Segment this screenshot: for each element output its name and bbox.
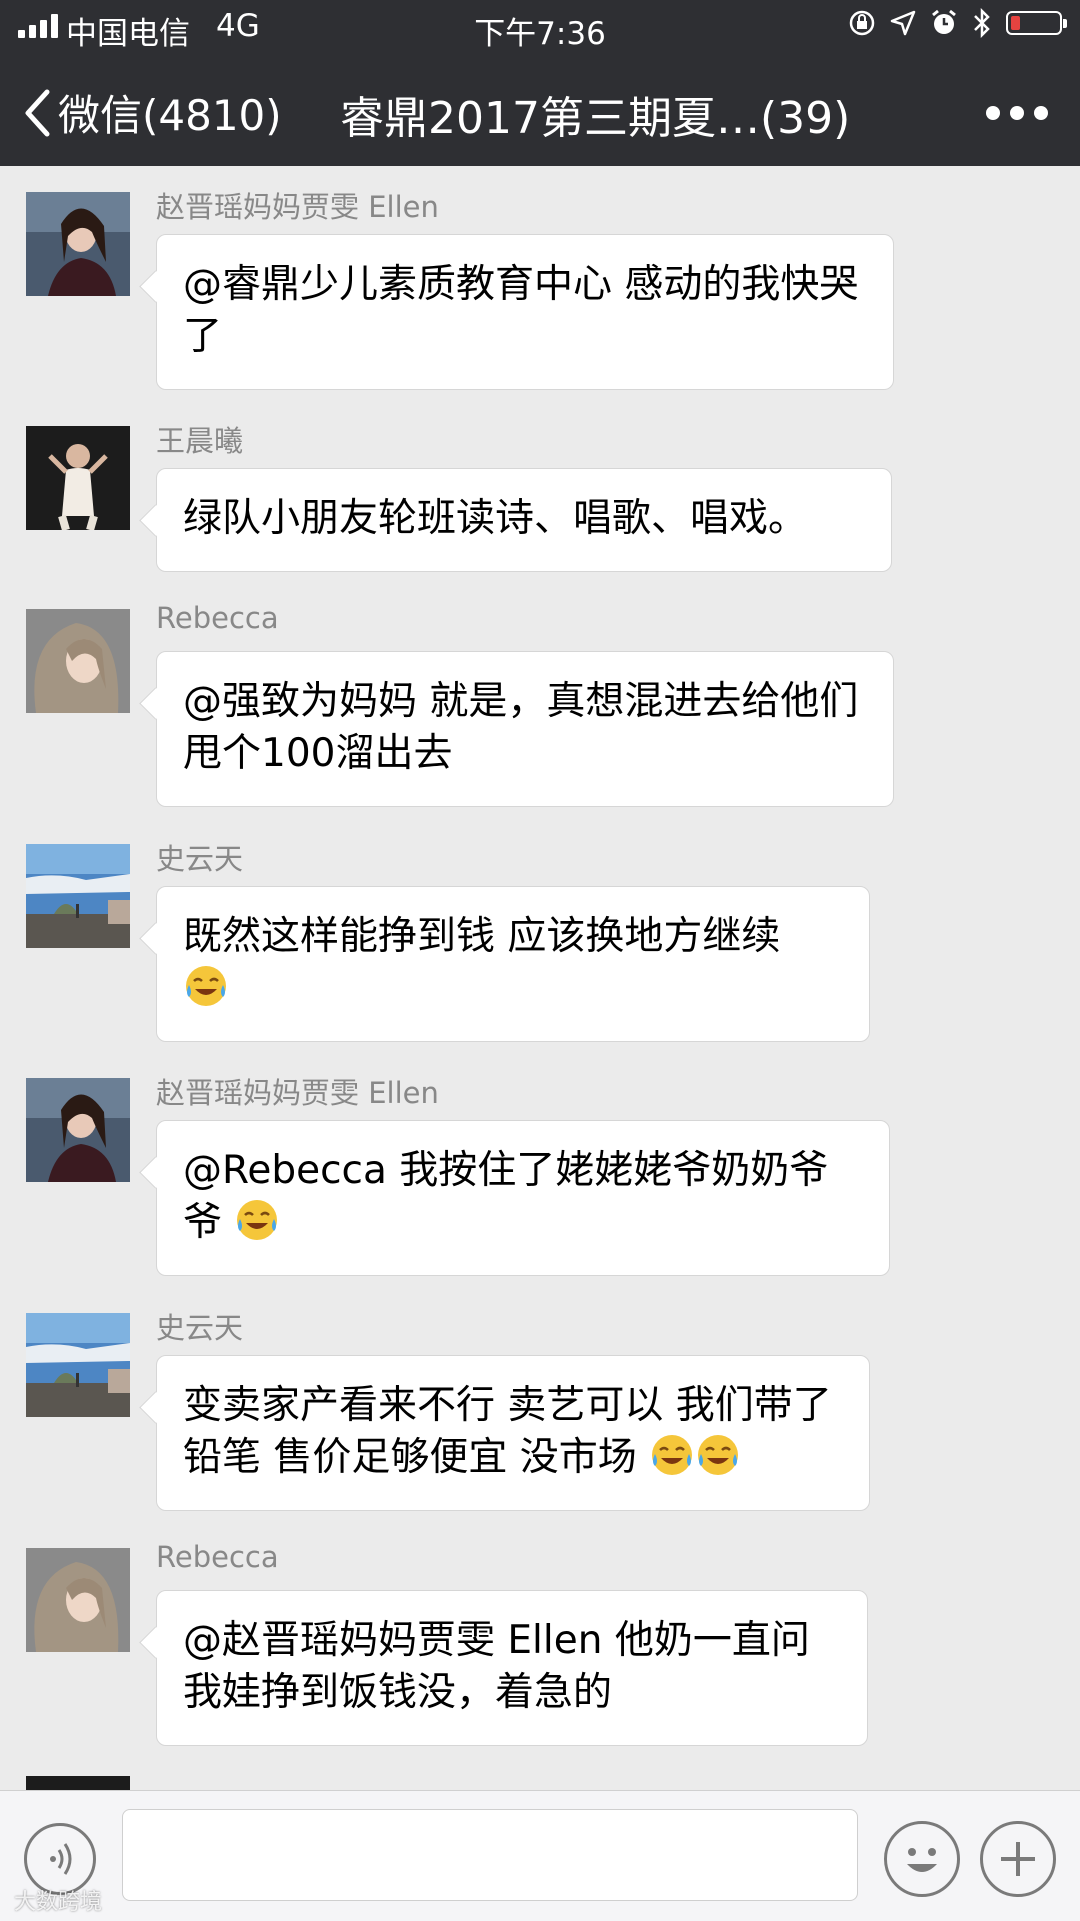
sender-name: 赵晋瑶妈妈贾雯 Ellen	[156, 1076, 439, 1110]
avatar[interactable]	[26, 1548, 130, 1652]
chat-area[interactable]: 赵晋瑶妈妈贾雯 Ellen @睿鼎少儿素质教育中心 感动的我快哭了 王晨曦 绿队…	[0, 166, 1080, 1790]
voice-icon	[50, 1843, 72, 1875]
add-button[interactable]	[980, 1821, 1056, 1897]
sender-name: Rebecca	[156, 601, 279, 635]
avatar[interactable]	[26, 1776, 130, 1790]
message-text: 既然这样能挣到钱 应该换地方继续	[183, 914, 781, 959]
bluetooth-icon	[974, 8, 990, 38]
chat-title: 睿鼎2017第三期夏…(39)	[340, 93, 851, 144]
tears-of-joy-emoji	[652, 1435, 693, 1475]
sender-name: 史云天	[156, 842, 244, 876]
emoji-button[interactable]	[884, 1821, 960, 1897]
battery-icon	[1006, 11, 1067, 35]
sender-name: 史云天	[156, 1311, 244, 1345]
status-icons	[848, 8, 1067, 38]
rotation-lock-icon	[849, 10, 875, 36]
tears-of-joy-emoji	[186, 966, 226, 1006]
emoji-smiley-icon	[907, 1848, 937, 1872]
message-bubble[interactable]: 既然这样能挣到钱 应该换地方继续	[156, 886, 870, 1042]
input-bar	[0, 1790, 1080, 1921]
message-bubble[interactable]: @赵晋瑶妈妈贾雯 Ellen 他奶一直问我娃挣到饭钱没，着急的	[156, 1590, 868, 1746]
sender-name: 赵晋瑶妈妈贾雯 Ellen	[156, 190, 439, 224]
message-text: 绿队小朋友轮班读诗、唱歌、唱戏。	[183, 496, 808, 541]
sender-name: Rebecca	[156, 1540, 279, 1574]
message-bubble[interactable]: @Rebecca 我按住了姥姥姥爷奶奶爷爷	[156, 1120, 890, 1276]
more-dots-icon[interactable]	[986, 106, 1048, 120]
message-bubble[interactable]: @睿鼎少儿素质教育中心 感动的我快哭了	[156, 234, 894, 390]
tears-of-joy-emoji	[237, 1200, 278, 1240]
nav-bar: 微信(4810) 睿鼎2017第三期夏…(39)	[0, 70, 1080, 150]
status-bar: 中国电信 4G 下午7:36	[0, 0, 1080, 52]
avatar[interactable]	[26, 426, 130, 530]
sender-name: 王晨曦	[156, 424, 244, 458]
plus-icon	[1001, 1842, 1035, 1876]
message-text: @睿鼎少儿素质教育中心 感动的我快哭了	[183, 262, 859, 359]
message-text: @赵晋瑶妈妈贾雯 Ellen 他奶一直问我娃挣到饭钱没，着急的	[183, 1618, 810, 1715]
avatar[interactable]	[26, 1078, 130, 1182]
avatar[interactable]	[26, 844, 130, 948]
back-label: 微信(4810)	[58, 91, 282, 140]
avatar[interactable]	[26, 1313, 130, 1417]
message-bubble[interactable]: @强致为妈妈 就是，真想混进去给他们甩个100溜出去	[156, 651, 894, 807]
message-text: @强致为妈妈 就是，真想混进去给他们甩个100溜出去	[183, 679, 859, 776]
message-bubble[interactable]: 绿队小朋友轮班读诗、唱歌、唱戏。	[156, 468, 892, 572]
avatar[interactable]	[26, 192, 130, 296]
back-button[interactable]: 微信(4810)	[22, 82, 282, 143]
avatar[interactable]	[26, 609, 130, 713]
tears-of-joy-emoji	[698, 1435, 739, 1475]
top-bar: 中国电信 4G 下午7:36 微信(4810) 睿鼎2017第三期夏…(39)	[0, 0, 1080, 166]
message-input[interactable]	[122, 1809, 858, 1901]
location-icon	[890, 10, 916, 36]
watermark: 大数跨境	[14, 1890, 103, 1915]
chevron-left-icon	[25, 89, 50, 136]
message-bubble[interactable]: 变卖家产看来不行 卖艺可以 我们带了铅笔 售价足够便宜 没市场	[156, 1355, 870, 1511]
alarm-icon	[932, 9, 956, 34]
